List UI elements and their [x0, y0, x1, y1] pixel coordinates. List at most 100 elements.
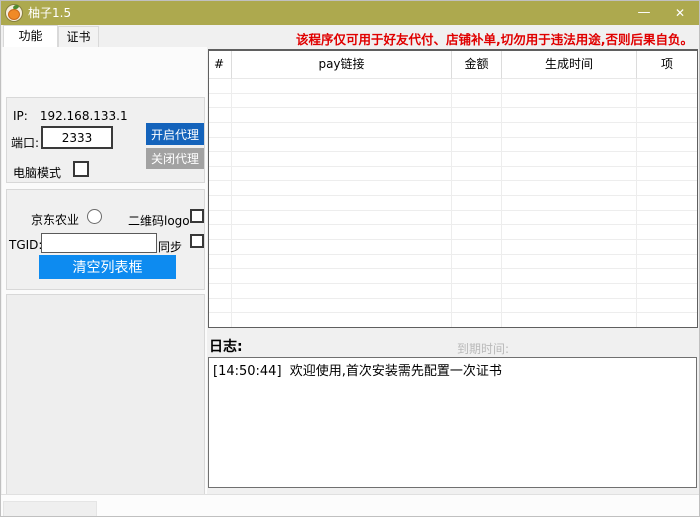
- open-proxy-button[interactable]: 开启代理: [146, 123, 204, 145]
- table-row[interactable]: [209, 152, 697, 167]
- table-row[interactable]: [209, 166, 697, 182]
- table-row[interactable]: [209, 210, 697, 226]
- sync-checkbox[interactable]: [190, 234, 204, 248]
- table-cell: [209, 137, 232, 153]
- tgid-input[interactable]: [41, 233, 157, 253]
- left-panel: IP: 192.168.133.1 端口: 开启代理 关闭代理 电脑模式 京东农业…: [2, 47, 207, 516]
- table-cell: [232, 137, 452, 153]
- qr-logo-label: 二维码logo: [128, 214, 190, 228]
- table-cell: [637, 152, 697, 167]
- table-row[interactable]: [209, 108, 697, 123]
- table-cell: [452, 269, 502, 284]
- header-created-time[interactable]: 生成时间: [502, 51, 637, 79]
- table-row[interactable]: [209, 196, 697, 211]
- log-entry: [14:50:44] 欢迎使用,首次安装需先配置一次证书: [213, 364, 502, 379]
- table-cell: [637, 225, 697, 241]
- table-row[interactable]: [209, 269, 697, 284]
- table-cell: [232, 269, 452, 284]
- table-row[interactable]: [209, 225, 697, 241]
- close-button[interactable]: ✕: [665, 1, 695, 25]
- qr-logo-checkbox[interactable]: [190, 209, 204, 223]
- window-title: 柚子1.5: [28, 6, 72, 20]
- table-cell: [232, 79, 452, 94]
- table-cell: [209, 181, 232, 197]
- tab-function[interactable]: 功能: [3, 25, 58, 47]
- table-row[interactable]: [209, 283, 697, 299]
- table-cell: [209, 196, 232, 211]
- tab-strip: 功能 证书 该程序仅可用于好友代付、店铺补单,切勿用于违法用途,否则后果自负。: [1, 25, 699, 47]
- table-cell: [452, 137, 502, 153]
- table-cell: [452, 79, 502, 94]
- table-row[interactable]: [209, 240, 697, 255]
- header-amount[interactable]: 金额: [452, 51, 502, 79]
- pc-mode-checkbox[interactable]: [73, 161, 89, 177]
- tgid-label: TGID:: [9, 238, 43, 252]
- ip-row: IP: 192.168.133.1: [13, 109, 128, 123]
- minimize-button[interactable]: —: [631, 1, 657, 25]
- table-cell: [502, 254, 637, 270]
- options-groupbox: 京东农业 二维码logo TGID: 同步 清空列表框: [6, 189, 205, 290]
- table-cell: [637, 167, 697, 182]
- table-cell: [232, 122, 452, 138]
- table-cell: [209, 93, 232, 109]
- table-cell: [502, 283, 637, 299]
- table-cell: [637, 240, 697, 255]
- log-textbox[interactable]: [14:50:44] 欢迎使用,首次安装需先配置一次证书: [208, 357, 697, 488]
- clear-list-button[interactable]: 清空列表框: [39, 255, 176, 279]
- table-cell: [209, 240, 232, 255]
- pay-table[interactable]: # pay链接 金额 生成时间 项: [208, 49, 698, 328]
- table-cell: [637, 138, 697, 153]
- table-row[interactable]: [209, 254, 697, 270]
- jd-agriculture-radio[interactable]: [87, 209, 102, 224]
- table-cell: [232, 225, 452, 241]
- table-cell: [232, 166, 452, 182]
- table-cell: [232, 240, 452, 255]
- table-cell: [452, 122, 502, 138]
- warning-text: 该程序仅可用于好友代付、店铺补单,切勿用于违法用途,否则后果自负。: [296, 32, 693, 47]
- table-row[interactable]: [209, 181, 697, 197]
- table-cell: [637, 123, 697, 138]
- bottom-strip: [1, 494, 699, 516]
- table-cell: [637, 79, 697, 94]
- table-cell: [232, 298, 452, 314]
- table-cell: [502, 152, 637, 167]
- table-cell: [452, 225, 502, 241]
- titlebar[interactable]: 柚子1.5 — ✕: [1, 1, 699, 25]
- table-cell: [452, 313, 502, 327]
- table-cell: [637, 108, 697, 123]
- expire-time-label: 到期时间:: [457, 342, 510, 356]
- table-cell: [502, 122, 637, 138]
- table-cell: [232, 108, 452, 123]
- table-cell: [452, 210, 502, 226]
- tab-certificate[interactable]: 证书: [58, 26, 99, 47]
- table-cell: [502, 298, 637, 314]
- header-pay-link[interactable]: pay链接: [232, 51, 452, 79]
- empty-groupbox: [6, 294, 205, 516]
- table-cell: [502, 210, 637, 226]
- close-proxy-button[interactable]: 关闭代理: [146, 148, 204, 169]
- table-cell: [452, 108, 502, 123]
- table-cell: [502, 313, 637, 327]
- table-row[interactable]: [209, 298, 697, 314]
- table-cell: [232, 196, 452, 211]
- table-row[interactable]: [209, 137, 697, 153]
- table-cell: [637, 94, 697, 109]
- table-cell: [502, 108, 637, 123]
- header-item[interactable]: 项: [637, 51, 697, 79]
- port-input[interactable]: [41, 126, 113, 149]
- table-cell: [232, 254, 452, 270]
- table-row[interactable]: [209, 79, 697, 94]
- table-row[interactable]: [209, 93, 697, 109]
- table-cell: [209, 313, 232, 327]
- table-cell: [452, 298, 502, 314]
- table-cell: [502, 240, 637, 255]
- pay-table-body[interactable]: [209, 79, 697, 327]
- proxy-groupbox: IP: 192.168.133.1 端口: 开启代理 关闭代理 电脑模式: [6, 97, 205, 183]
- table-cell: [209, 283, 232, 299]
- header-index[interactable]: #: [209, 51, 232, 79]
- table-cell: [209, 269, 232, 284]
- table-cell: [209, 210, 232, 226]
- table-row[interactable]: [209, 122, 697, 138]
- table-row[interactable]: [209, 313, 697, 327]
- table-cell: [209, 79, 232, 94]
